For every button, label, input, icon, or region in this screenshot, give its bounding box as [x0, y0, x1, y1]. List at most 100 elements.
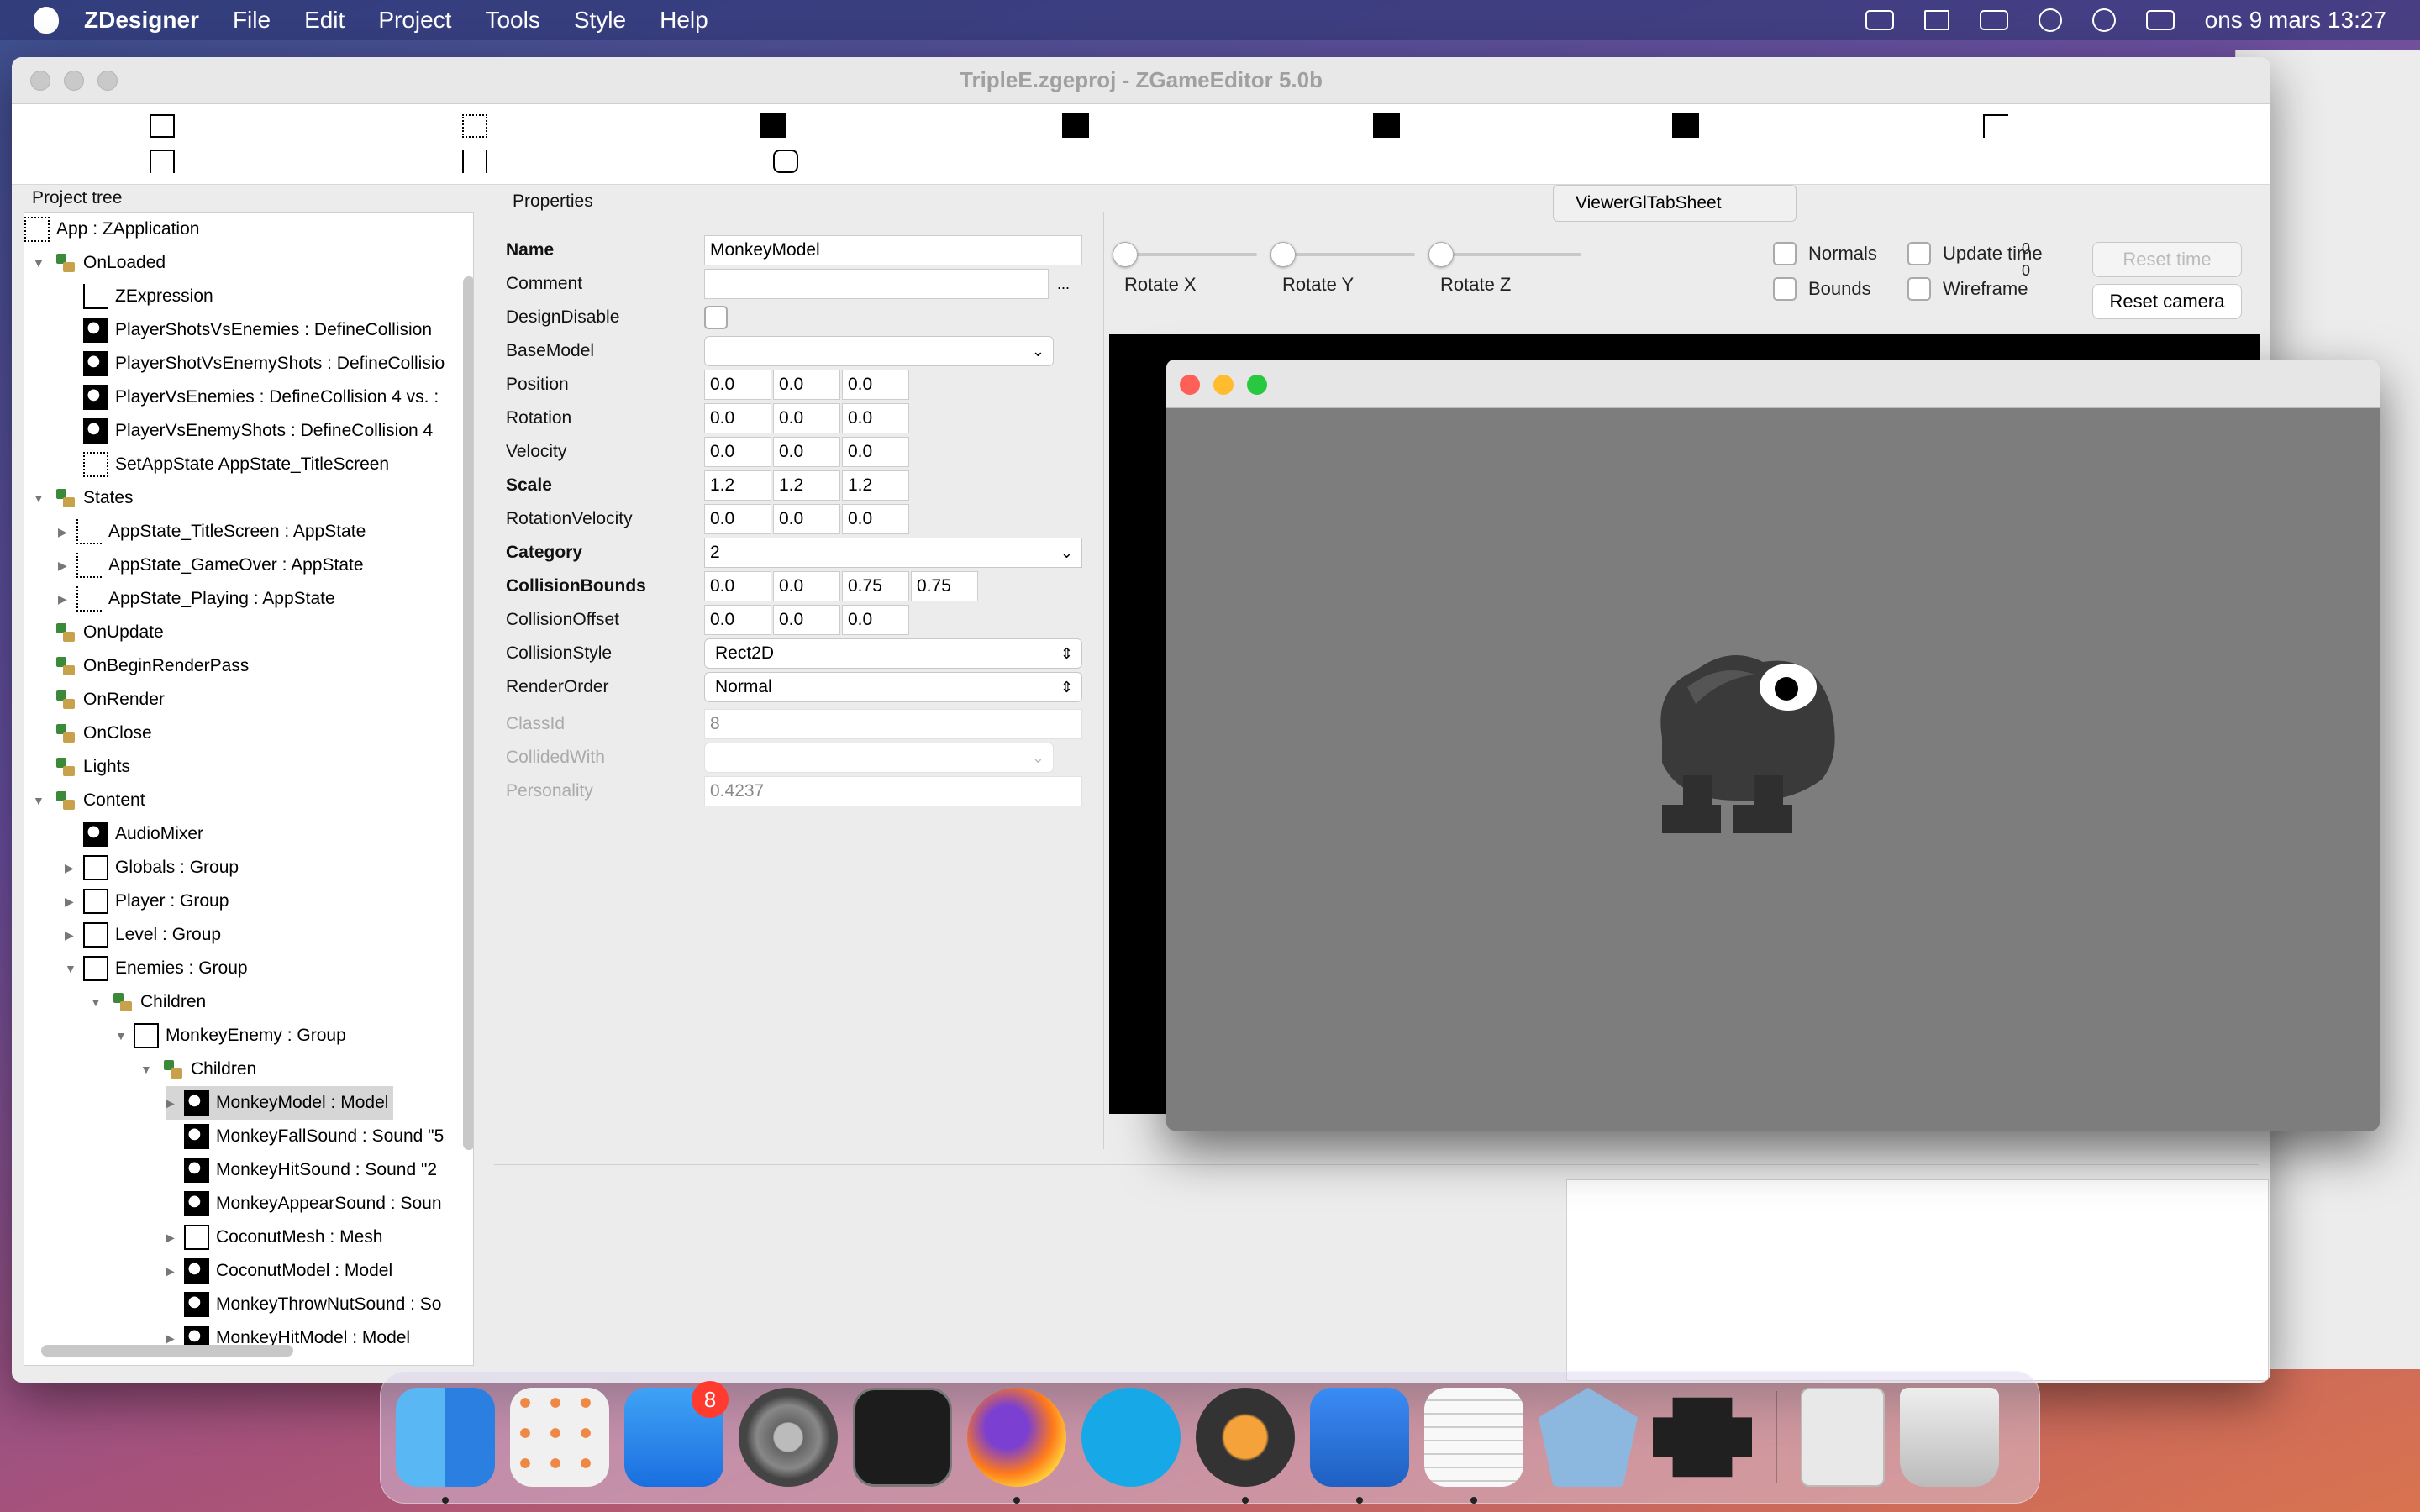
- tree-row[interactable]: PlayerShotsVsEnemies : DefineCollision: [83, 313, 432, 347]
- rotation-y-field[interactable]: 0.0: [773, 403, 840, 433]
- collisionstyle-select[interactable]: Rect2D ⇕: [704, 638, 1082, 669]
- menubar-datetime[interactable]: ons 9 mars 13:27: [2205, 7, 2386, 34]
- volume-icon[interactable]: [1923, 10, 1949, 30]
- collbounds-1-field[interactable]: 0.0: [704, 571, 771, 601]
- app-store-icon[interactable]: 8: [624, 1381, 729, 1487]
- menu-edit[interactable]: Edit: [304, 7, 345, 34]
- control-center-icon[interactable]: [2145, 10, 2175, 30]
- comment-field[interactable]: [704, 269, 1049, 299]
- system-preferences-icon[interactable]: [739, 1388, 838, 1487]
- rotvel-y-field[interactable]: 0.0: [773, 504, 840, 534]
- zgameeditor-icon[interactable]: [1539, 1388, 1638, 1487]
- rotation-x-field[interactable]: 0.0: [704, 403, 771, 433]
- collapse-arrow-icon[interactable]: ▶: [65, 895, 76, 907]
- zoom-window-button[interactable]: [1247, 375, 1267, 395]
- collbounds-3-field[interactable]: 0.75: [842, 571, 909, 601]
- expand-arrow-icon[interactable]: ▼: [65, 963, 76, 974]
- terminal-icon[interactable]: [853, 1388, 952, 1487]
- tree-row[interactable]: ZExpression: [83, 280, 213, 313]
- menu-help[interactable]: Help: [660, 7, 708, 34]
- finder-icon[interactable]: [396, 1388, 495, 1504]
- new-component-icon[interactable]: [150, 114, 175, 138]
- tree-row[interactable]: Lights: [51, 750, 130, 784]
- category-dropdown[interactable]: 2 ⌄: [704, 538, 1082, 568]
- minimize-window-button[interactable]: [1213, 375, 1234, 395]
- scale-x-field[interactable]: 1.2: [704, 470, 771, 501]
- fl-studio-icon[interactable]: [1196, 1388, 1295, 1504]
- input-source-icon[interactable]: [1865, 10, 1894, 30]
- tree-row[interactable]: PlayerShotVsEnemyShots : DefineCollisio: [83, 347, 445, 381]
- expand-arrow-icon[interactable]: ▼: [90, 996, 102, 1008]
- app-menu-name[interactable]: ZDesigner: [84, 7, 199, 34]
- trash-icon[interactable]: [1900, 1388, 1999, 1487]
- tree-row[interactable]: App : ZApplication: [24, 213, 199, 246]
- expand-arrow-icon[interactable]: ▼: [33, 492, 45, 504]
- bounds-option[interactable]: Bounds: [1773, 277, 1871, 301]
- delete-icon[interactable]: [1062, 113, 1089, 138]
- firefox-icon[interactable]: [967, 1388, 1066, 1504]
- tree-row[interactable]: ▶ AppState_GameOver : AppState: [58, 549, 364, 582]
- colloffset-y-field[interactable]: 0.0: [773, 605, 840, 635]
- renderorder-select[interactable]: Normal ⇕: [704, 672, 1082, 702]
- expand-icon[interactable]: [1983, 114, 2008, 138]
- run-icon[interactable]: [773, 150, 798, 173]
- basemodel-dropdown[interactable]: ⌄: [704, 336, 1054, 366]
- tree-row[interactable]: PlayerVsEnemies : DefineCollision 4 vs. …: [83, 381, 439, 414]
- tree-row[interactable]: OnBeginRenderPass: [51, 649, 249, 683]
- rotate-y-slider[interactable]: [1270, 242, 1422, 267]
- tree-vertical-scrollbar[interactable]: [463, 276, 473, 1150]
- menu-style[interactable]: Style: [574, 7, 626, 34]
- close-window-button[interactable]: [1180, 375, 1200, 395]
- expand-arrow-icon[interactable]: ▼: [115, 1030, 127, 1042]
- tree-row[interactable]: ▼ Content: [33, 784, 145, 817]
- position-x-field[interactable]: 0.0: [704, 370, 771, 400]
- velocity-z-field[interactable]: 0.0: [842, 437, 909, 467]
- launchpad-icon[interactable]: [510, 1388, 609, 1487]
- tree-row[interactable]: ▶ CoconutMesh : Mesh: [166, 1221, 382, 1254]
- expand-arrow-icon[interactable]: ▼: [140, 1063, 152, 1075]
- update-time-checkbox[interactable]: [1907, 242, 1931, 265]
- tree-row[interactable]: MonkeyAppearSound : Soun: [184, 1187, 442, 1221]
- skype-icon[interactable]: [1081, 1388, 1181, 1487]
- tree-row[interactable]: AudioMixer: [83, 817, 203, 851]
- name-field[interactable]: MonkeyModel: [704, 235, 1082, 265]
- cut-icon[interactable]: [462, 114, 487, 138]
- reset-time-button[interactable]: Reset time: [2092, 242, 2242, 277]
- rotate-x-slider[interactable]: [1113, 242, 1264, 267]
- collapse-arrow-icon[interactable]: ▶: [166, 1265, 177, 1277]
- move-down-icon[interactable]: [1672, 113, 1699, 138]
- tree-row[interactable]: MonkeyFallSound : Sound "5: [184, 1120, 444, 1153]
- collapse-arrow-icon[interactable]: ▶: [166, 1231, 177, 1243]
- colloffset-z-field[interactable]: 0.0: [842, 605, 909, 635]
- collapse-arrow-icon[interactable]: ▶: [58, 526, 70, 538]
- tree-row-selected[interactable]: ▶ MonkeyModel : Model: [166, 1086, 394, 1120]
- tree-row[interactable]: ▶ Globals : Group: [65, 851, 239, 885]
- expand-arrow-icon[interactable]: ▼: [33, 257, 45, 269]
- tree-row[interactable]: PlayerVsEnemyShots : DefineCollision 4: [83, 414, 433, 448]
- tree-row[interactable]: ▼ Children: [140, 1053, 256, 1086]
- collapse-arrow-icon[interactable]: ▶: [166, 1097, 177, 1109]
- viewer-tab[interactable]: ViewerGlTabSheet: [1553, 185, 1797, 222]
- position-y-field[interactable]: 0.0: [773, 370, 840, 400]
- wifi-icon[interactable]: [2038, 8, 2062, 32]
- designdisable-checkbox[interactable]: [704, 306, 728, 329]
- slider-knob[interactable]: [1113, 242, 1138, 267]
- collapse-arrow-icon[interactable]: ▶: [166, 1332, 177, 1344]
- project-tree[interactable]: App : ZApplication ▼ OnLoaded ZExpression…: [24, 212, 474, 1366]
- copy-icon[interactable]: [150, 150, 175, 173]
- comment-edit-button[interactable]: ...: [1057, 276, 1070, 293]
- slider-knob[interactable]: [1270, 242, 1296, 267]
- tree-row[interactable]: MonkeyThrowNutSound : So: [184, 1288, 441, 1321]
- textedit-icon[interactable]: [1424, 1388, 1523, 1504]
- menu-tools[interactable]: Tools: [485, 7, 539, 34]
- xcode-icon[interactable]: [1310, 1388, 1409, 1504]
- battery-icon[interactable]: [1979, 10, 2008, 30]
- collapse-arrow-icon[interactable]: ▶: [58, 559, 70, 571]
- wireframe-checkbox[interactable]: [1907, 277, 1931, 301]
- tree-row[interactable]: OnUpdate: [51, 616, 164, 649]
- tree-row[interactable]: OnClose: [51, 717, 152, 750]
- collapse-arrow-icon[interactable]: ▶: [65, 929, 76, 941]
- reset-camera-button[interactable]: Reset camera: [2092, 284, 2242, 319]
- move-up-icon[interactable]: [1373, 113, 1400, 138]
- tree-row[interactable]: ▶ Level : Group: [65, 918, 221, 952]
